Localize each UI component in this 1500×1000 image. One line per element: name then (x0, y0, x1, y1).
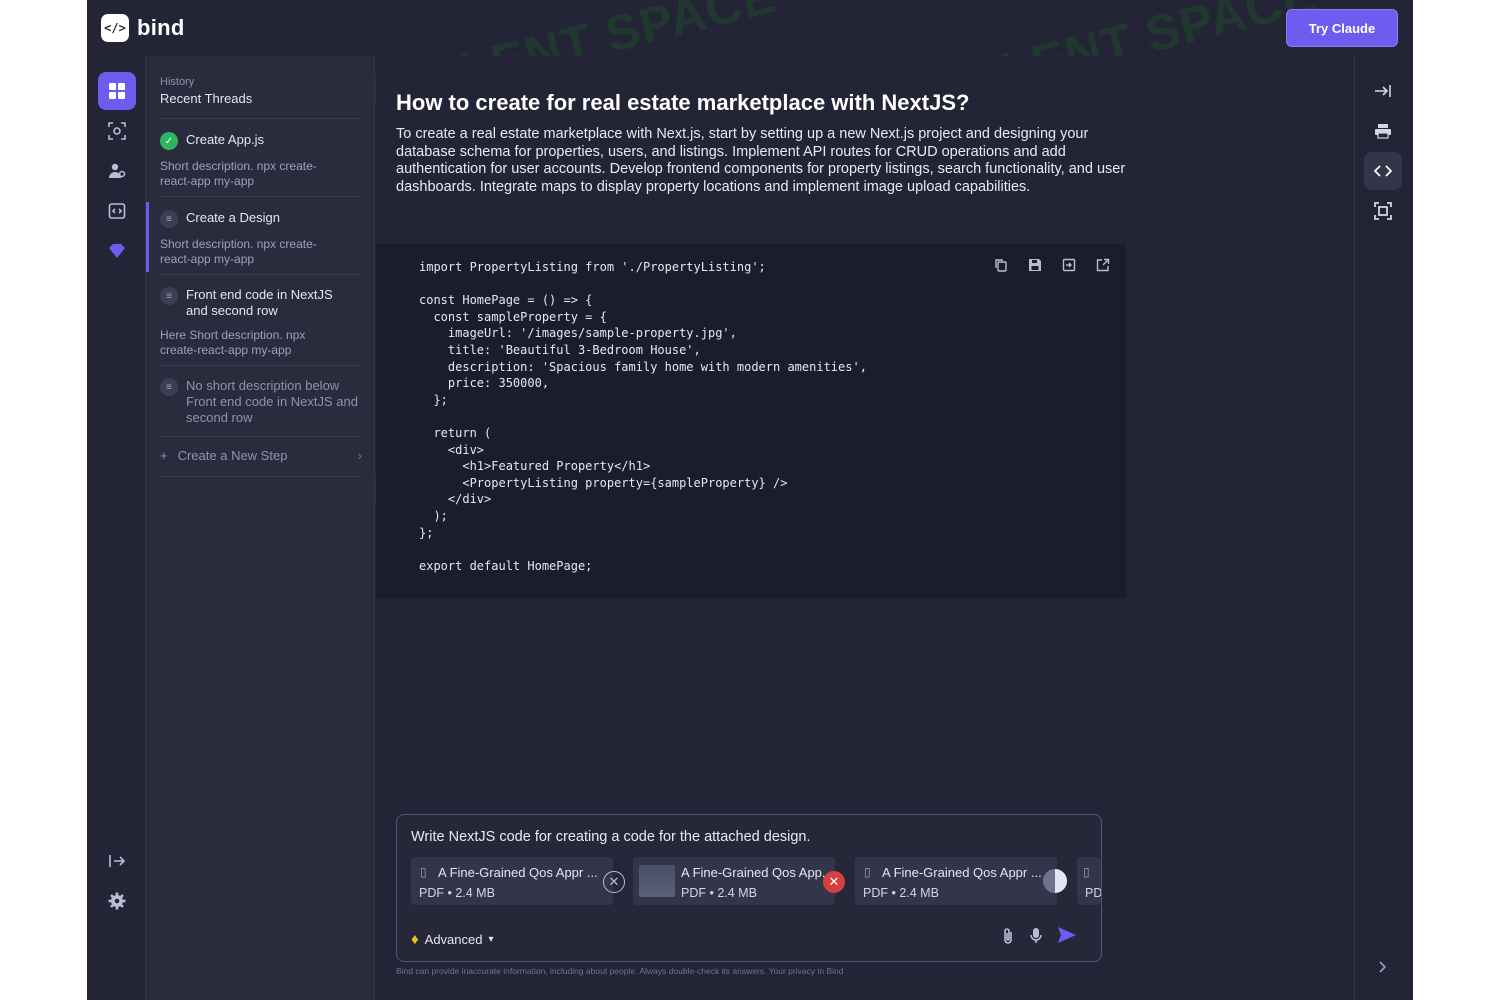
list-icon: ≡ (160, 287, 178, 305)
thread-item[interactable]: ≡ Create a Design Short description. npx… (146, 202, 376, 272)
export-icon[interactable] (1060, 256, 1078, 274)
divider (160, 196, 362, 197)
attachment-meta: PDF • 2.4 MB (681, 886, 757, 900)
open-external-icon[interactable] (1094, 256, 1112, 274)
thread-description: Here Short description. npx create-react… (160, 328, 306, 357)
logo-text: bind (137, 15, 185, 40)
copy-icon[interactable] (992, 256, 1010, 274)
attachment-meta: PDF • 2.4 MB (419, 886, 495, 900)
thread-item[interactable]: ✓ Create App.js Short description. npx c… (146, 132, 376, 189)
divider (160, 476, 362, 477)
attachment-name: A Fine-Grained Qos Appr ... (438, 865, 598, 880)
main-content: How to create for real estate marketplac… (376, 56, 1354, 1000)
list-icon: ≡ (160, 378, 178, 396)
remove-attachment-icon[interactable]: ✕ (823, 871, 845, 893)
document-icon: ▯ (420, 865, 427, 879)
disclaimer-text: Bind can provide inaccurate information,… (396, 966, 844, 976)
divider (160, 365, 362, 366)
code-box-icon[interactable] (98, 192, 136, 230)
history-label: History (160, 76, 195, 88)
code-block: import PropertyListing from './PropertyL… (376, 244, 1126, 598)
question-title: How to create for real estate marketplac… (396, 90, 970, 115)
answer-text: To create a real estate marketplace with… (396, 126, 1126, 195)
attachment-card[interactable]: ▯ A Fine-Grained Qos Appr ... PDF • 2.4 … (855, 857, 1067, 905)
chevron-down-icon: ▾ (488, 934, 494, 945)
chevron-right-icon: › (357, 448, 362, 463)
users-icon[interactable] (98, 152, 136, 190)
thread-title: Create a Design (186, 210, 280, 225)
mode-label: Advanced (424, 932, 483, 947)
scan-icon[interactable] (98, 112, 136, 150)
attachment-meta: PDF • 2.4 MB (863, 886, 939, 900)
attachment-card[interactable]: ▯ PD (1077, 857, 1101, 905)
document-icon: ▯ (864, 865, 871, 879)
app-window: AI TALENT SPACE AI TALENT SPACE AI TALEN… (87, 0, 1413, 1000)
thread-item[interactable]: ≡ No short description below Front end c… (146, 378, 376, 426)
code-content[interactable]: import PropertyListing from './PropertyL… (419, 259, 867, 574)
attachment-card[interactable]: A Fine-Grained Qos App... PDF • 2.4 MB ✕ (633, 857, 845, 905)
thread-item[interactable]: ≡ Front end code in NextJS and second ro… (146, 287, 376, 358)
grid-icon[interactable] (98, 72, 136, 110)
thread-description: Short description. npx create-react-app … (160, 159, 317, 188)
create-new-step-button[interactable]: + Create a New Step › (160, 448, 362, 463)
thread-title: No short description below Front end cod… (186, 378, 358, 425)
composer-actions (1001, 926, 1077, 950)
code-toolbar (992, 256, 1112, 274)
microphone-icon[interactable] (1029, 927, 1043, 950)
upload-progress-icon (1043, 869, 1067, 893)
logo[interactable]: </> bind (101, 14, 185, 42)
top-bar: </> bind Try Claude (87, 0, 1413, 56)
gem-icon: ♦ (411, 931, 419, 948)
save-icon[interactable] (1026, 256, 1044, 274)
paperclip-icon[interactable] (1001, 927, 1015, 950)
attachment-meta: PD (1085, 886, 1101, 900)
collapse-arrow-icon[interactable] (98, 842, 136, 880)
attachment-card[interactable]: ▯ A Fine-Grained Qos Appr ... PDF • 2.4 … (411, 857, 625, 905)
screenshot-icon[interactable] (1364, 192, 1402, 230)
document-icon: ▯ (1083, 865, 1090, 879)
prompt-composer[interactable]: Write NextJS code for creating a code fo… (396, 814, 1102, 962)
try-claude-button[interactable]: Try Claude (1286, 9, 1398, 47)
divider (160, 436, 362, 437)
prompt-input[interactable]: Write NextJS code for creating a code fo… (411, 829, 811, 845)
settings-icon[interactable] (98, 882, 136, 920)
remove-attachment-icon[interactable]: ✕ (603, 871, 625, 893)
attachment-name: A Fine-Grained Qos Appr ... (882, 865, 1042, 880)
thread-description: Short description. npx create-react-app … (160, 237, 317, 266)
code-icon[interactable] (1364, 152, 1402, 190)
attachment-name: A Fine-Grained Qos App... (681, 865, 833, 880)
recent-threads-title: Recent Threads (160, 91, 253, 106)
collapse-right-icon[interactable] (1364, 72, 1402, 110)
plus-icon: + (160, 448, 168, 463)
thread-title: Create App.js (186, 132, 265, 147)
new-step-label: Create a New Step (177, 448, 288, 463)
divider (160, 274, 362, 275)
logo-icon: </> (101, 14, 129, 42)
send-icon[interactable] (1057, 926, 1077, 950)
history-panel: History Recent Threads ✓ Create App.js S… (145, 56, 375, 1000)
printer-icon[interactable] (1364, 112, 1402, 150)
mode-selector[interactable]: ♦ Advanced ▾ (411, 931, 494, 948)
list-icon: ≡ (160, 210, 178, 228)
gem-icon[interactable] (98, 232, 136, 270)
right-rail (1354, 56, 1413, 1000)
chevron-right-icon[interactable] (1364, 948, 1402, 986)
left-rail (87, 56, 145, 1000)
attachment-thumbnail (639, 865, 675, 897)
thread-title: Front end code in NextJS and second row (186, 287, 333, 318)
divider (160, 118, 362, 119)
check-icon: ✓ (160, 132, 178, 150)
